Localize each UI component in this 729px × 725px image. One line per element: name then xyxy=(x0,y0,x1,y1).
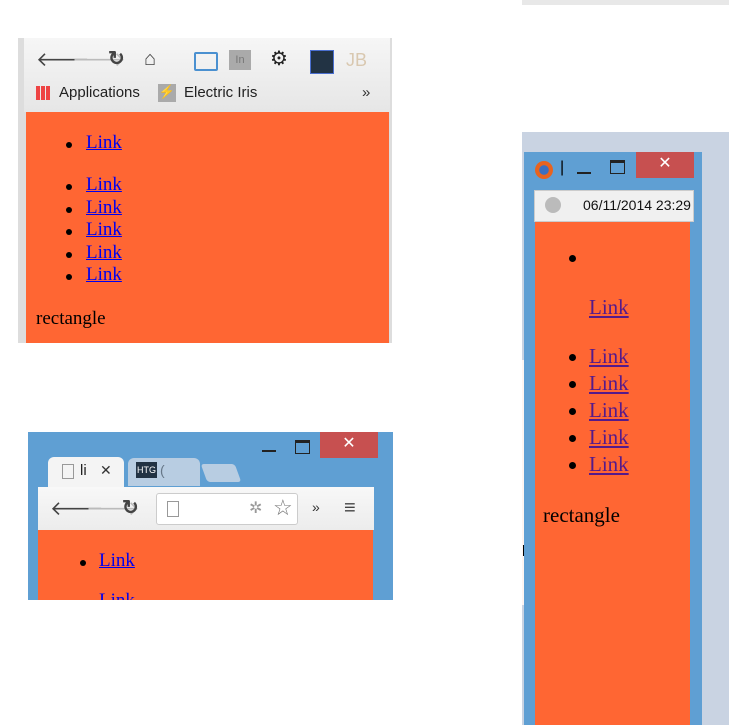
close-button[interactable]: ✕ xyxy=(320,432,378,458)
top-bar xyxy=(522,0,729,5)
chrome-window-2: ✕ li ✕ HTG ( 🡐 🡒 ↻ ✲ ☆ » ≡ Link Link xyxy=(28,432,393,600)
bookmarks-overflow[interactable]: » xyxy=(362,84,370,101)
reload-icon[interactable]: ↻ xyxy=(108,49,125,69)
maximize-button[interactable] xyxy=(295,440,310,454)
link[interactable]: Link xyxy=(86,219,122,241)
close-button[interactable]: ✕ xyxy=(636,152,694,178)
htg-icon: HTG xyxy=(136,462,157,478)
link[interactable]: Link xyxy=(589,295,629,320)
toolbar: 🡐 🡒 ↻ ✲ ☆ » ≡ xyxy=(38,487,374,530)
title-separator: | xyxy=(560,159,565,176)
link[interactable]: Link xyxy=(589,398,629,423)
page-content: Link Link xyxy=(38,530,373,600)
new-tab-button[interactable] xyxy=(200,464,242,482)
address-bar[interactable]: 06/11/2014 23:29 xyxy=(534,190,694,222)
link[interactable]: Link xyxy=(589,452,629,477)
reload-icon[interactable]: ↻ xyxy=(122,498,139,518)
toolbar: 🡐 🡒 ↻ ⌂ In ⚙ JB Applications ⚡ Electric … xyxy=(24,38,390,112)
link[interactable]: Link xyxy=(99,550,135,572)
link[interactable]: Link xyxy=(86,132,122,154)
address-bar[interactable]: ✲ ☆ xyxy=(156,493,298,525)
minimize-button[interactable] xyxy=(577,172,591,174)
tab-title: ( xyxy=(160,462,165,478)
link[interactable]: Link xyxy=(86,174,122,196)
firefox-icon xyxy=(535,161,553,179)
minimize-button[interactable] xyxy=(262,450,276,452)
page-icon xyxy=(167,501,179,517)
tab-active[interactable]: li ✕ xyxy=(48,457,124,489)
puzzle-icon[interactable] xyxy=(310,50,334,74)
link[interactable]: Link xyxy=(589,371,629,396)
page-content: Link Link Link Link Link Link rectangle xyxy=(535,222,690,725)
fullscreen-icon[interactable] xyxy=(194,52,218,71)
bug-icon[interactable]: ✲ xyxy=(249,498,262,518)
globe-icon xyxy=(545,197,561,213)
in-icon[interactable]: In xyxy=(229,50,251,70)
gear-icon[interactable]: ⚙ xyxy=(270,49,288,69)
link[interactable]: Link xyxy=(589,344,629,369)
extensions-overflow[interactable]: » xyxy=(312,499,320,515)
star-icon[interactable]: ☆ xyxy=(273,495,293,521)
menu-icon[interactable]: ≡ xyxy=(344,498,356,518)
page-content: Link Link Link Link Link Link rectangle xyxy=(26,112,389,343)
chrome-window-1: 🡐 🡒 ↻ ⌂ In ⚙ JB Applications ⚡ Electric … xyxy=(18,38,392,343)
home-icon[interactable]: ⌂ xyxy=(144,49,156,69)
jb-icon[interactable]: JB xyxy=(346,50,367,71)
bookmark-applications[interactable]: Applications xyxy=(59,84,140,101)
page-icon xyxy=(62,464,74,479)
bookmark-electric-iris[interactable]: Electric Iris xyxy=(184,84,257,101)
link[interactable]: Link xyxy=(99,590,135,600)
link[interactable]: Link xyxy=(86,264,122,286)
tab-close-icon[interactable]: ✕ xyxy=(100,462,112,479)
link[interactable]: Link xyxy=(86,197,122,219)
rectangle-text: rectangle xyxy=(543,503,620,527)
link[interactable]: Link xyxy=(589,425,629,450)
tab-htg[interactable]: HTG ( xyxy=(128,458,200,486)
tab-title: li xyxy=(80,462,87,479)
address-text: 06/11/2014 23:29 xyxy=(583,197,691,213)
apps-grid-icon xyxy=(36,86,50,100)
firefox-window: | ✕ 06/11/2014 23:29 Link Link Link Link… xyxy=(524,152,702,725)
rectangle-text: rectangle xyxy=(36,308,106,329)
lightning-icon: ⚡ xyxy=(158,84,176,102)
maximize-button[interactable] xyxy=(610,160,625,174)
link[interactable]: Link xyxy=(86,242,122,264)
